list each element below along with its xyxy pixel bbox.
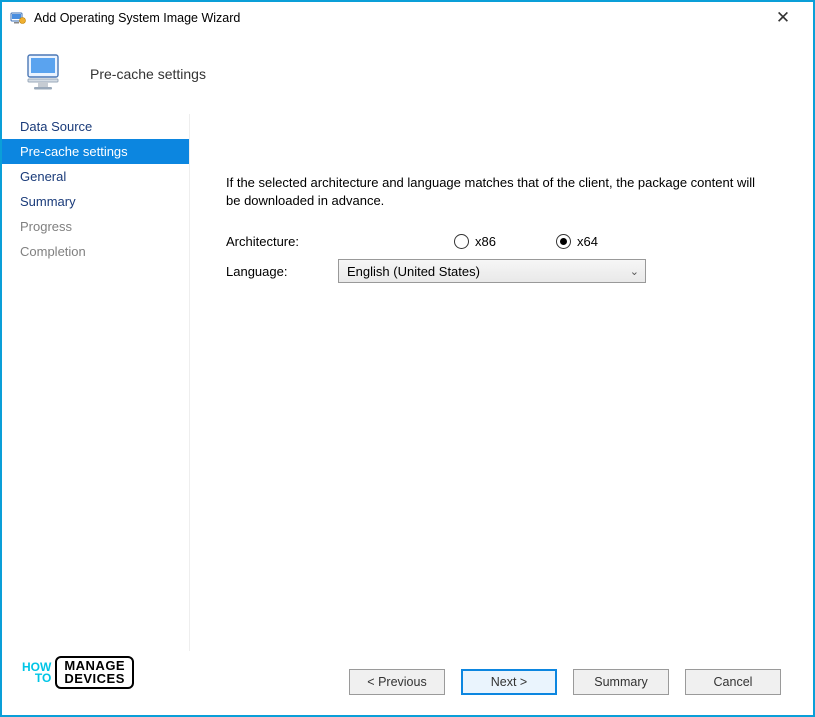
titlebar: Add Operating System Image Wizard ✕ (2, 2, 813, 34)
wizard-header: Pre-cache settings (2, 34, 813, 114)
page-title: Pre-cache settings (90, 66, 206, 82)
computer-icon (22, 49, 70, 100)
window-title: Add Operating System Image Wizard (34, 11, 761, 25)
sidebar-item-summary[interactable]: Summary (2, 189, 189, 214)
watermark-badge: MANAGE DEVICES (55, 656, 134, 689)
language-row: Language: English (United States) ⌄ (226, 259, 763, 283)
sidebar-item-completion: Completion (2, 239, 189, 264)
architecture-radio-x64[interactable]: x64 (556, 234, 598, 249)
radio-icon (454, 234, 469, 249)
architecture-row: Architecture: x86 x64 (226, 234, 763, 249)
description-text: If the selected architecture and languag… (226, 174, 763, 210)
watermark-howto: HOW TO (22, 662, 51, 682)
previous-button[interactable]: < Previous (349, 669, 445, 695)
architecture-label: Architecture: (226, 234, 338, 249)
main-pane: If the selected architecture and languag… (190, 114, 813, 651)
cancel-button[interactable]: Cancel (685, 669, 781, 695)
wizard-steps-sidebar: Data Source Pre-cache settings General S… (2, 114, 190, 651)
sidebar-item-pre-cache-settings[interactable]: Pre-cache settings (2, 139, 189, 164)
language-selected-value: English (United States) (347, 264, 480, 279)
sidebar-item-data-source[interactable]: Data Source (2, 114, 189, 139)
sidebar-item-progress: Progress (2, 214, 189, 239)
watermark-logo: HOW TO MANAGE DEVICES (22, 656, 134, 689)
radio-label: x64 (577, 234, 598, 249)
language-label: Language: (226, 264, 338, 279)
sidebar-item-general[interactable]: General (2, 164, 189, 189)
architecture-radio-x86[interactable]: x86 (454, 234, 496, 249)
chevron-down-icon: ⌄ (630, 265, 639, 278)
radio-label: x86 (475, 234, 496, 249)
close-button[interactable]: ✕ (761, 8, 805, 28)
radio-icon (556, 234, 571, 249)
language-select[interactable]: English (United States) ⌄ (338, 259, 646, 283)
app-icon (10, 10, 26, 26)
summary-button[interactable]: Summary (573, 669, 669, 695)
next-button[interactable]: Next > (461, 669, 557, 695)
